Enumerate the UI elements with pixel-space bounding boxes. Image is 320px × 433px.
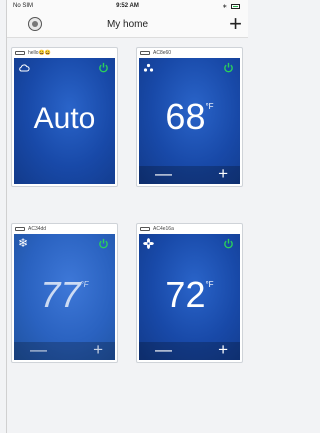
- temperature-unit: °F: [205, 102, 214, 111]
- ac-unit-icon: [15, 51, 25, 55]
- drops-icon: [143, 63, 154, 72]
- temperature-unit: °F: [205, 280, 214, 289]
- status-bar: No SIM 9:52 AM ∗: [7, 0, 248, 12]
- temperature-display: 77°F: [14, 274, 115, 316]
- temperature-value: 68: [165, 96, 206, 137]
- add-device-button[interactable]: +: [229, 13, 242, 35]
- increase-temp-button[interactable]: +: [218, 165, 228, 182]
- device-panel[interactable]: 72°F — +: [139, 234, 240, 360]
- battery-indicator: ∗: [222, 3, 240, 10]
- device-card-2[interactable]: AC8e60 68°F — +: [136, 47, 243, 187]
- control-bar: — +: [139, 165, 240, 184]
- clock-text: 9:52 AM: [116, 3, 139, 9]
- device-name: AC8e60: [153, 50, 172, 56]
- device-card-header: AC4e16a: [137, 224, 242, 234]
- control-bar: — +: [14, 341, 115, 360]
- mode-display: Auto: [33, 102, 96, 135]
- increase-temp-button[interactable]: +: [218, 341, 228, 358]
- device-name: AC4e16a: [153, 226, 174, 232]
- temperature-value: 72: [165, 274, 206, 315]
- fan-icon: [143, 238, 154, 249]
- battery-icon: [231, 4, 240, 9]
- device-panel[interactable]: Auto: [14, 58, 115, 184]
- temperature-unit: °F: [80, 280, 89, 289]
- app-screen: No SIM 9:52 AM ∗ My home + hello😀😀 Auto: [6, 0, 248, 433]
- decrease-temp-button[interactable]: —: [30, 341, 47, 358]
- bluetooth-icon: ∗: [222, 4, 228, 10]
- device-card-1[interactable]: hello😀😀 Auto: [11, 47, 118, 187]
- control-bar: — +: [139, 341, 240, 360]
- ac-unit-icon: [15, 227, 25, 231]
- device-card-4[interactable]: AC4e16a 72°F — +: [136, 223, 243, 363]
- temperature-display: 68°F: [139, 96, 240, 138]
- power-icon[interactable]: [98, 62, 109, 73]
- device-panel[interactable]: 68°F — +: [139, 58, 240, 184]
- power-icon[interactable]: [223, 62, 234, 73]
- decrease-temp-button[interactable]: —: [155, 165, 172, 182]
- temperature-value: 77: [40, 274, 81, 315]
- power-icon[interactable]: [223, 238, 234, 249]
- device-card-header: AC34dd: [12, 224, 117, 234]
- ac-unit-icon: [140, 227, 150, 231]
- decrease-temp-button[interactable]: —: [155, 341, 172, 358]
- ac-unit-icon: [140, 51, 150, 55]
- device-card-header: hello😀😀: [12, 48, 117, 58]
- device-name: hello😀😀: [28, 50, 52, 56]
- snowflake-icon: ❄: [18, 236, 29, 250]
- power-icon[interactable]: [98, 238, 109, 249]
- device-card-3[interactable]: AC34dd ❄ 77°F — +: [11, 223, 118, 363]
- temperature-display: 72°F: [139, 274, 240, 316]
- nav-bar: My home +: [7, 12, 248, 38]
- page-title: My home: [106, 19, 149, 30]
- cloud-icon: [19, 64, 30, 72]
- device-name: AC34dd: [28, 226, 47, 232]
- device-card-header: AC8e60: [137, 48, 242, 58]
- increase-temp-button[interactable]: +: [93, 341, 103, 358]
- device-panel[interactable]: ❄ 77°F — +: [14, 234, 115, 360]
